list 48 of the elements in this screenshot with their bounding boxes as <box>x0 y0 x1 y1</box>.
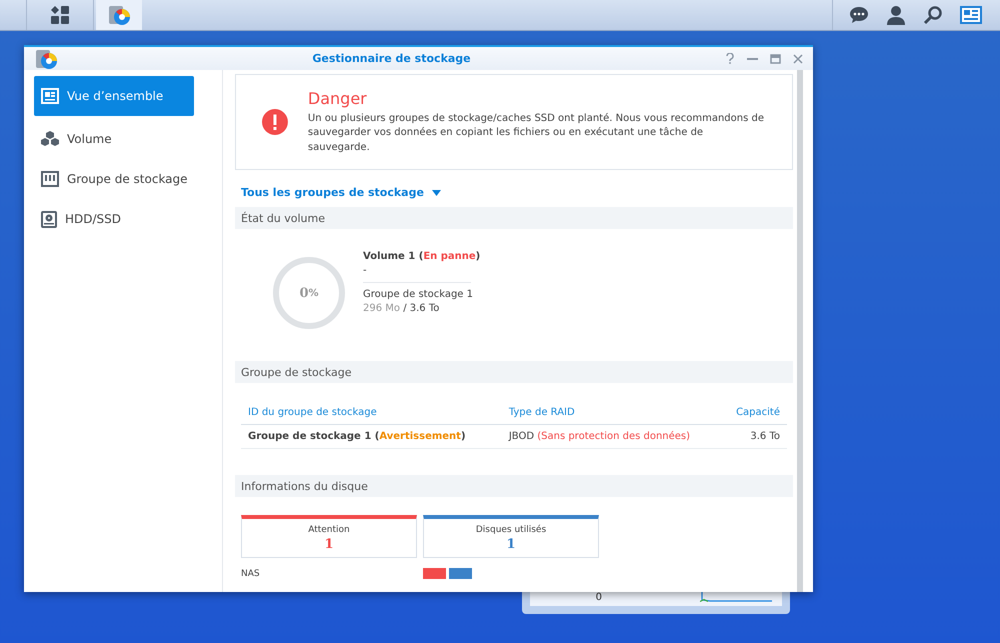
axis-label: 0 <box>594 591 602 605</box>
close-icon[interactable] <box>793 54 803 64</box>
search-icon[interactable] <box>923 5 943 25</box>
cubes-icon <box>41 131 59 147</box>
taskbar-button[interactable] <box>96 0 142 30</box>
column-header[interactable]: Capacité <box>722 403 787 424</box>
volume-name: Volume 1 (En panne) <box>363 251 480 262</box>
help-icon[interactable] <box>725 53 735 64</box>
window-title: Gestionnaire de stockage <box>311 52 472 65</box>
sidebar-item[interactable]: Volume <box>34 122 194 156</box>
sidebar-item[interactable]: HDD/SSD <box>34 202 194 236</box>
table-cell: JBOD (Sans protection des données) <box>502 424 722 448</box>
id-card-icon <box>41 88 59 104</box>
alert-title: Danger <box>308 88 368 108</box>
sparkline-drawing <box>700 592 772 602</box>
table-cell: Groupe de stockage 1 (Avertissement) <box>241 424 502 448</box>
widgets-icon[interactable] <box>960 5 982 25</box>
drive-bay-icon <box>41 171 59 187</box>
section-header: Groupe de stockage <box>235 361 793 383</box>
minimize-icon[interactable] <box>747 58 758 60</box>
total-capacity: / 3.6 To <box>403 303 440 314</box>
stat-label: Attention <box>308 524 350 534</box>
pool-filter-dropdown[interactable]: Tous les groupes de stockage <box>241 186 441 199</box>
grid-icon <box>50 5 70 25</box>
device-label: NAS <box>241 568 261 578</box>
sidebar-item[interactable]: Groupe de stockage <box>34 162 194 196</box>
usage-percent: 0 <box>299 286 308 300</box>
stat-count: 1 <box>506 536 516 552</box>
section-header: État du volume <box>235 207 793 229</box>
storage-app-icon <box>107 3 131 27</box>
section-header: Informations du disque <box>235 475 793 497</box>
table-cell: 3.6 To <box>722 424 787 448</box>
column-header[interactable]: Type de RAID <box>502 403 722 424</box>
used-capacity: 296 Mo <box>363 303 400 314</box>
stat-count: 1 <box>324 536 334 552</box>
stat-label: Disques utilisés <box>476 524 546 534</box>
column-header[interactable]: ID du groupe de stockage <box>241 403 502 424</box>
percent-unit: % <box>308 288 319 298</box>
user-icon[interactable] <box>886 5 906 25</box>
caret-icon <box>432 190 441 196</box>
maximize-icon[interactable] <box>770 54 781 64</box>
scrollbar[interactable] <box>797 70 803 592</box>
volume-description: - <box>363 265 368 276</box>
chat-icon[interactable] <box>849 5 869 25</box>
alert-message: Un ou plusieurs groupes de stockage/caches SSD ont planté. Nous vous recommandons de sauvegarder vos données en copiant les fichiers ou en exécutant une tâche de sauvegarde. <box>308 112 765 155</box>
taskbar-button[interactable] <box>26 0 94 30</box>
pool-name: Groupe de stockage 1 <box>363 289 474 300</box>
sidebar-item[interactable]: Vue d’ensemble <box>34 76 194 116</box>
